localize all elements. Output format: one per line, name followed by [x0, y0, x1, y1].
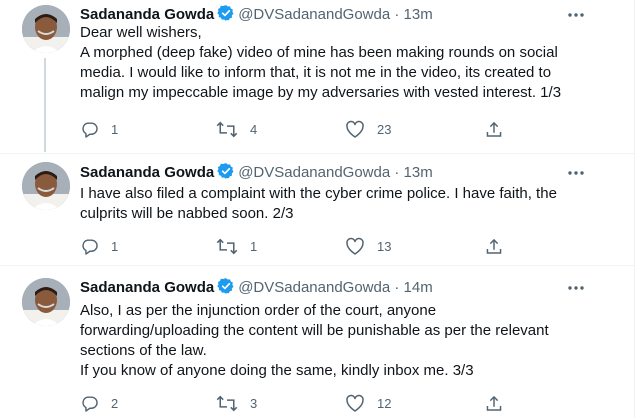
heart-icon — [345, 394, 365, 413]
divider — [0, 153, 634, 154]
handle[interactable]: @DVSadanandGowda — [238, 279, 390, 296]
tweet-actions: 1 4 23 — [80, 119, 550, 139]
display-name[interactable]: Sadananda Gowda — [80, 164, 214, 181]
share-icon — [485, 120, 503, 139]
like-button[interactable]: 12 — [345, 393, 391, 413]
reply-count: 1 — [111, 238, 119, 254]
reply-icon — [80, 394, 99, 413]
reply-count: 1 — [111, 121, 119, 137]
tweet-header: Sadananda Gowda @DVSadanandGowda · 13m — [80, 162, 433, 186]
reply-button[interactable]: 1 — [80, 236, 118, 256]
like-count: 13 — [377, 238, 392, 254]
like-count: 23 — [377, 121, 392, 137]
retweet-button[interactable]: 3 — [216, 393, 257, 413]
tweet-text-line: I have also filed a complaint with the c… — [80, 185, 557, 202]
tweet-3[interactable]: Sadananda Gowda @DVSadanandGowda · 14m Al… — [0, 275, 634, 418]
share-icon — [485, 237, 503, 256]
retweet-button[interactable]: 1 — [216, 236, 257, 256]
timestamp[interactable]: 13m — [404, 6, 433, 23]
handle[interactable]: @DVSadanandGowda — [238, 164, 390, 181]
share-button[interactable] — [485, 393, 503, 413]
like-button[interactable]: 23 — [345, 119, 391, 139]
retweet-icon — [216, 394, 238, 413]
reply-icon — [80, 120, 99, 139]
timestamp[interactable]: 13m — [404, 164, 433, 181]
verified-badge-icon — [217, 277, 235, 301]
tweet-actions: 1 1 13 — [80, 236, 550, 256]
timestamp[interactable]: 14m — [404, 279, 433, 296]
verified-badge-icon — [217, 162, 235, 186]
share-button[interactable] — [485, 119, 503, 139]
tweet-2[interactable]: Sadananda Gowda @DVSadanandGowda · 13m I … — [0, 162, 634, 262]
tweet-text-line: Also, I as per the injunction order of t… — [80, 302, 437, 319]
tweet-text: I have also filed a complaint with the c… — [80, 184, 565, 224]
separator-dot: · — [394, 279, 400, 296]
like-count: 12 — [377, 395, 392, 411]
tweet-text-line: culprits will be nabbed soon. 2/3 — [80, 205, 294, 222]
divider — [0, 265, 634, 266]
retweet-count: 4 — [250, 121, 258, 137]
retweet-icon — [216, 237, 238, 256]
share-icon — [485, 394, 503, 413]
tweet-header: Sadananda Gowda @DVSadanandGowda · 14m — [80, 277, 433, 301]
separator-dot: · — [394, 164, 400, 181]
heart-icon — [345, 237, 365, 256]
thread-connector-line — [44, 58, 46, 152]
retweet-count: 1 — [250, 238, 258, 254]
tweet-text-line: forwarding/uploading the content will be… — [80, 322, 549, 339]
retweet-count: 3 — [250, 395, 258, 411]
tweet-text-line: malign my impeccable image by my adversa… — [80, 84, 562, 101]
tweet-text-line: A morphed (deep fake) video of mine has … — [80, 44, 558, 61]
tweet-text-line: sections of the law. — [80, 342, 207, 359]
display-name[interactable]: Sadananda Gowda — [80, 279, 214, 296]
more-horizontal-icon[interactable] — [566, 8, 586, 20]
retweet-button[interactable]: 4 — [216, 119, 257, 139]
tweet-text-line: Dear well wishers, — [80, 24, 202, 41]
avatar[interactable] — [22, 5, 70, 53]
more-horizontal-icon[interactable] — [566, 166, 586, 178]
more-horizontal-icon[interactable] — [566, 281, 586, 293]
tweet-text-line: If you know of anyone doing the same, ki… — [80, 362, 474, 379]
display-name[interactable]: Sadananda Gowda — [80, 6, 214, 23]
tweet-1[interactable]: Sadananda Gowda @DVSadanandGowda · 13m De… — [0, 0, 634, 152]
tweet-thread: Sadananda Gowda @DVSadanandGowda · 13m De… — [0, 0, 635, 418]
avatar[interactable] — [22, 278, 70, 326]
tweet-actions: 2 3 12 — [80, 393, 550, 413]
handle[interactable]: @DVSadanandGowda — [238, 6, 390, 23]
share-button[interactable] — [485, 236, 503, 256]
avatar[interactable] — [22, 162, 70, 210]
reply-button[interactable]: 1 — [80, 119, 118, 139]
retweet-icon — [216, 120, 238, 139]
tweet-text: Also, I as per the injunction order of t… — [80, 301, 565, 381]
heart-icon — [345, 120, 365, 139]
tweet-text-line: media. I would like to inform that, it i… — [80, 64, 552, 81]
tweet-text: Dear well wishers, A morphed (deep fake)… — [80, 23, 565, 103]
reply-icon — [80, 237, 99, 256]
reply-button[interactable]: 2 — [80, 393, 118, 413]
reply-count: 2 — [111, 395, 119, 411]
separator-dot: · — [394, 6, 400, 23]
like-button[interactable]: 13 — [345, 236, 391, 256]
